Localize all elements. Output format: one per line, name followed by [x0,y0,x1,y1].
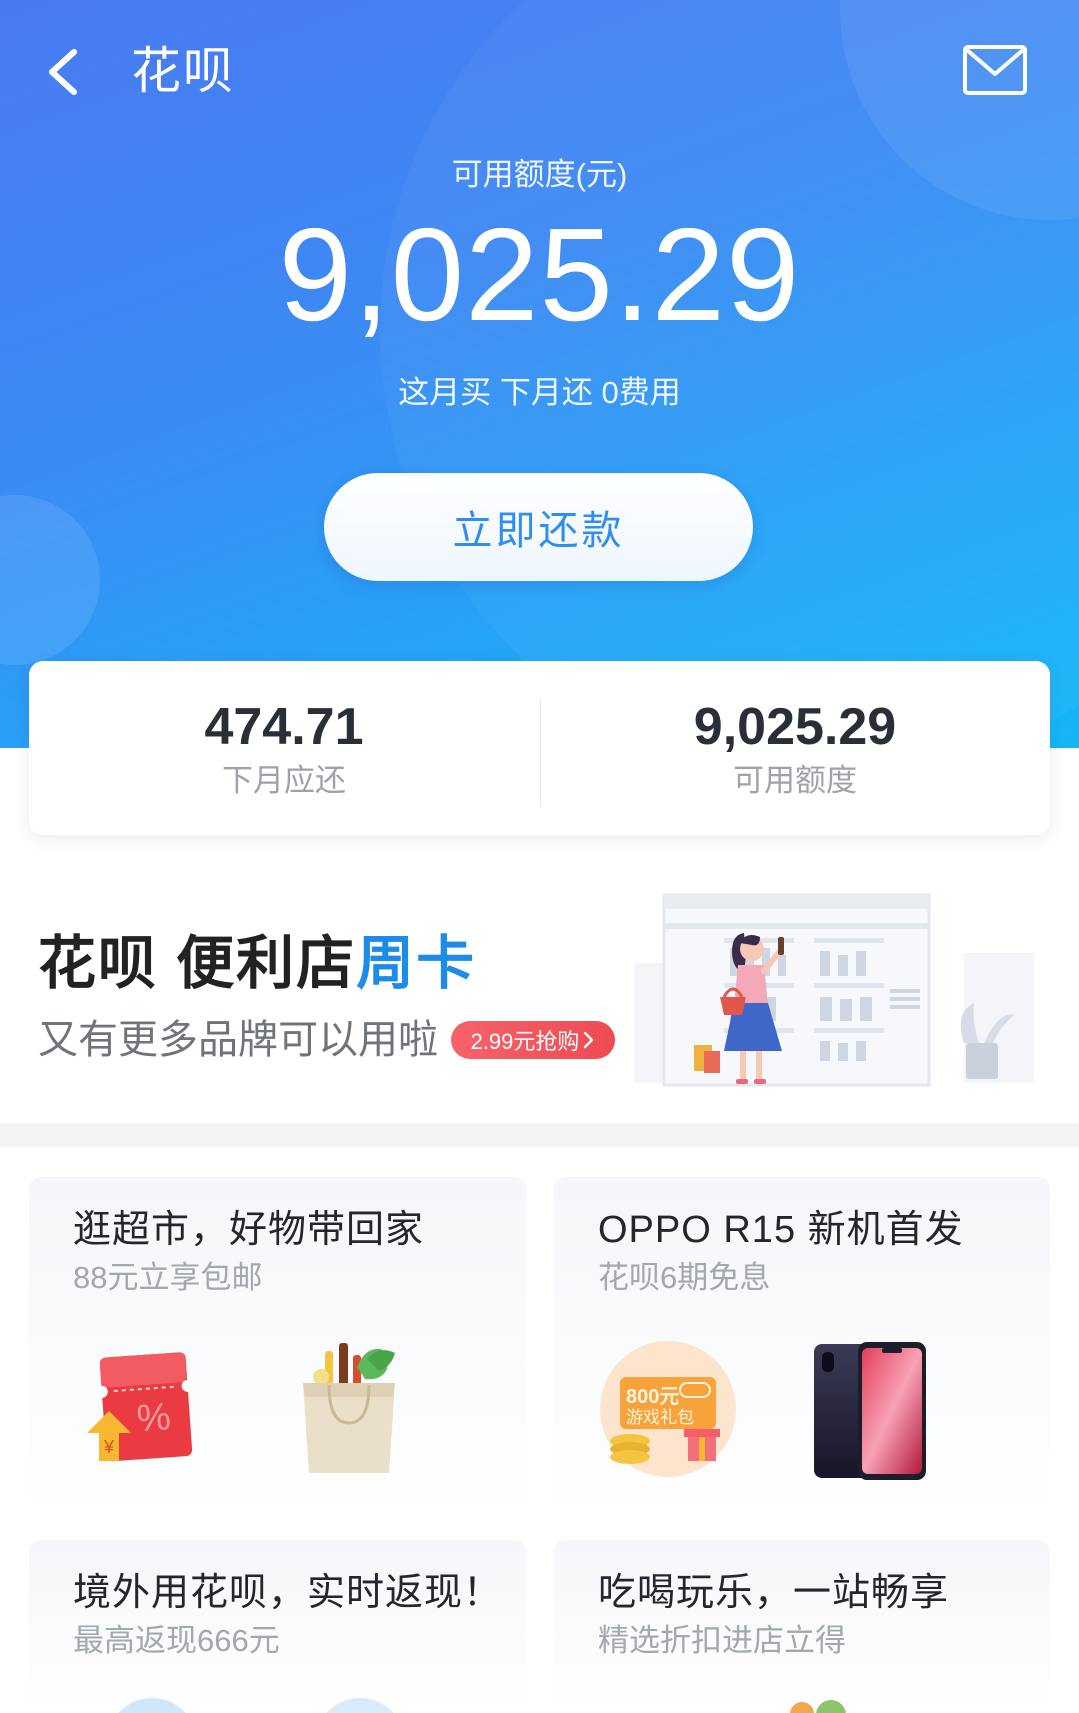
red-coupon-image: % ¥ [87,1352,194,1462]
section-separator [0,1123,1079,1147]
svg-text:¥: ¥ [103,1437,115,1457]
promo-buy-label: 2.99元抢购 [470,1029,580,1054]
phone-image [814,1342,926,1480]
mail-button[interactable] [962,44,1028,98]
promo-title-accent: 周卡 [356,931,477,996]
available-credit-summary-label: 可用额度 [733,763,857,798]
food-image [790,1702,814,1713]
supermarket-card[interactable]: 逛超市，好物带回家 88元立享包邮 % ¥ [29,1177,526,1518]
card-subtitle: 最高返现666元 [73,1623,280,1658]
promo-buy-button[interactable]: 2.99元抢购 [451,1021,615,1059]
available-credit-label: 可用额度(元) [451,157,628,192]
svg-text:%: % [135,1396,172,1440]
bill-summary-card: 474.71 下月应还 9,025.29 可用额度 [29,661,1050,835]
card-title: OPPO R15 新机首发 [598,1209,964,1251]
mail-icon [963,45,1027,95]
card-subtitle: 88元立享包邮 [73,1260,263,1295]
header-hero: 花呗 可用额度(元) 9,025.29 这月买 下月还 0费用 立即还款 [0,0,1079,748]
interest-free-note: 这月买 下月还 0费用 [398,375,681,410]
card-subtitle: 花呗6期免息 [598,1260,771,1295]
cashback-image [315,1698,405,1713]
decorative-circle [0,495,100,665]
back-button[interactable] [44,46,84,98]
card-title: 吃喝玩乐，一站畅享 [598,1572,950,1614]
next-month-due-value: 474.71 [204,698,364,756]
next-month-due-label: 下月应还 [222,763,346,798]
promo-title-main: 花呗 便利店 [38,931,357,996]
oppo-r15-card[interactable]: OPPO R15 新机首发 花呗6期免息 800元 游戏礼包 [554,1177,1050,1518]
card-title: 逛超市，好物带回家 [73,1209,425,1251]
repay-now-button[interactable]: 立即还款 [324,473,753,581]
page-title: 花呗 [131,43,235,99]
travel-image [107,1698,197,1713]
convenience-store-illustration [634,893,1034,1087]
promo-subtitle: 又有更多品牌可以用啦 [38,1018,438,1062]
convenience-store-promo-banner[interactable]: 花呗 便利店周卡 又有更多品牌可以用啦 2.99元抢购 [0,860,1079,1123]
svg-text:800元: 800元 [626,1386,679,1408]
card-title: 境外用花呗，实时返现！ [73,1572,503,1614]
next-month-due[interactable]: 474.71 下月应还 [29,661,539,835]
food-and-fun-card[interactable]: 吃喝玩乐，一站畅享 精选折扣进店立得 [554,1540,1050,1713]
svg-text:游戏礼包: 游戏礼包 [626,1408,694,1427]
chevron-right-icon [584,1031,594,1049]
card-subtitle: 精选折扣进店立得 [598,1623,846,1658]
game-gift-coupon-image: 800元 游戏礼包 [600,1341,736,1477]
available-credit-value: 9,025.29 [693,698,897,756]
food-image [816,1700,846,1713]
overseas-cashback-card[interactable]: 境外用花呗，实时返现！ 最高返现666元 [29,1540,526,1713]
chevron-left-icon [49,49,77,95]
tote-bag-image [303,1343,395,1473]
available-credit-amount: 9,025.29 [278,201,801,348]
available-credit[interactable]: 9,025.29 可用额度 [540,661,1050,835]
promo-title: 花呗 便利店周卡 [38,931,476,997]
